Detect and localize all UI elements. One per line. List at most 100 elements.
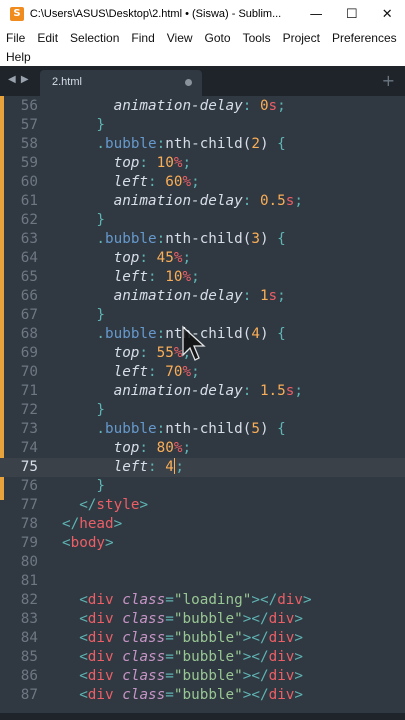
line-number: 84 (20, 630, 38, 646)
code-text: top: 55%; (113, 345, 192, 361)
code-text: <div class="loading"></div> (79, 592, 312, 608)
code-line[interactable]: 57} (0, 116, 405, 135)
code-text: animation-delay: 1.5s; (113, 383, 303, 399)
code-line[interactable]: 78 </head> (0, 515, 405, 534)
code-text: <div class="bubble"></div> (79, 611, 304, 627)
code-line[interactable]: 72} (0, 401, 405, 420)
code-line[interactable]: 70 left: 70%; (0, 363, 405, 382)
code-text: top: 45%; (113, 250, 192, 266)
code-line[interactable]: 83 <div class="bubble"></div> (0, 610, 405, 629)
tab-2-html[interactable]: 2.html (40, 70, 202, 96)
code-line[interactable]: 81 (0, 572, 405, 591)
menu-file[interactable]: File (0, 31, 31, 45)
new-tab-plus-icon[interactable]: + (382, 71, 395, 90)
code-line[interactable]: 64 top: 45%; (0, 249, 405, 268)
code-text: <div class="bubble"></div> (79, 687, 304, 703)
code-line[interactable]: 65 left: 10%; (0, 268, 405, 287)
code-text: } (96, 478, 105, 494)
line-number: 75 (20, 459, 38, 475)
code-line[interactable]: 80 (0, 553, 405, 572)
menu-project[interactable]: Project (277, 31, 326, 45)
code-line[interactable]: 61 animation-delay: 0.5s; (0, 192, 405, 211)
menu-bar: File Edit Selection Find View Goto Tools… (0, 28, 405, 66)
code-text: </head> (62, 516, 123, 532)
line-number: 85 (20, 649, 38, 665)
code-line[interactable]: 62} (0, 211, 405, 230)
code-line[interactable]: 86 <div class="bubble"></div> (0, 667, 405, 686)
line-number: 60 (20, 174, 38, 190)
code-line[interactable]: 74 top: 80%; (0, 439, 405, 458)
code-line[interactable]: 67} (0, 306, 405, 325)
code-text: .bubble:nth-child(2) { (96, 136, 286, 152)
code-editor[interactable]: 56 animation-delay: 0s; 57} 58 .bubble:nth-c… (0, 96, 405, 720)
minimize-button[interactable]: — (298, 0, 334, 28)
code-line[interactable]: 85 <div class="bubble"></div> (0, 648, 405, 667)
line-number: 71 (20, 383, 38, 399)
code-line[interactable]: 56 animation-delay: 0s; (0, 97, 405, 116)
code-text: .bubble:nth-child(5) { (96, 421, 286, 437)
line-number: 69 (20, 345, 38, 361)
line-number: 64 (20, 250, 38, 266)
tab-bar: ◀ ▶ 2.html + (0, 66, 405, 96)
line-number: 72 (20, 402, 38, 418)
code-text: } (96, 402, 105, 418)
code-text: .bubble:nth-child(3) { (96, 231, 286, 247)
sublime-logo-icon: S (10, 7, 24, 21)
unsaved-dot-icon[interactable] (185, 79, 192, 86)
line-number: 57 (20, 117, 38, 133)
line-number: 62 (20, 212, 38, 228)
code-text: </style> (79, 497, 149, 513)
menu-tools[interactable]: Tools (237, 31, 277, 45)
code-text: } (96, 117, 105, 133)
code-text: left: 10%; (113, 269, 200, 285)
menu-selection[interactable]: Selection (64, 31, 125, 45)
mouse-pointer-icon (182, 325, 206, 361)
code-line[interactable]: 84 <div class="bubble"></div> (0, 629, 405, 648)
line-number: 73 (20, 421, 38, 437)
code-line[interactable]: 87 <div class="bubble"></div> (0, 686, 405, 705)
line-number: 58 (20, 136, 38, 152)
code-text: <body> (62, 535, 114, 551)
code-text: <div class="bubble"></div> (79, 649, 304, 665)
menu-edit[interactable]: Edit (31, 31, 64, 45)
menu-help[interactable]: Help (0, 50, 37, 64)
code-line[interactable]: 63 .bubble:nth-child(3) { (0, 230, 405, 249)
code-text: top: 80%; (113, 440, 192, 456)
menu-preferences[interactable]: Preferences (326, 31, 403, 45)
code-text: left: 4; (113, 458, 184, 475)
line-number: 74 (20, 440, 38, 456)
maximize-button[interactable]: ☐ (334, 0, 370, 28)
code-line[interactable]: 77 </style> (0, 496, 405, 515)
code-line[interactable]: 76} (0, 477, 405, 496)
code-line[interactable]: 58 .bubble:nth-child(2) { (0, 135, 405, 154)
code-line[interactable]: 59 top: 10%; (0, 154, 405, 173)
title-bar: S C:\Users\ASUS\Desktop\2.html • (Siswa)… (0, 0, 405, 28)
line-number: 86 (20, 668, 38, 684)
window-title: C:\Users\ASUS\Desktop\2.html • (Siswa) -… (29, 8, 282, 20)
code-text: } (96, 212, 105, 228)
tab-nav-arrows-icon[interactable]: ◀ ▶ (8, 74, 30, 85)
line-number: 61 (20, 193, 38, 209)
code-text: left: 60%; (113, 174, 200, 190)
tab-label: 2.html (52, 76, 82, 88)
code-text: animation-delay: 0s; (113, 98, 286, 114)
code-line[interactable]: 66 animation-delay: 1s; (0, 287, 405, 306)
code-text: animation-delay: 0.5s; (113, 193, 303, 209)
code-line[interactable]: 71 animation-delay: 1.5s; (0, 382, 405, 401)
close-button[interactable]: ✕ (369, 0, 405, 28)
menu-find[interactable]: Find (125, 31, 160, 45)
status-bar (0, 713, 405, 720)
line-number: 66 (20, 288, 38, 304)
line-number: 59 (20, 155, 38, 171)
menu-view[interactable]: View (161, 31, 199, 45)
code-text: left: 70%; (113, 364, 200, 380)
menu-goto[interactable]: Goto (199, 31, 237, 45)
line-number: 80 (20, 554, 38, 570)
code-line[interactable]: 79 <body> (0, 534, 405, 553)
code-line[interactable]: 60 left: 60%; (0, 173, 405, 192)
code-line[interactable]: 82 <div class="loading"></div> (0, 591, 405, 610)
line-number: 65 (20, 269, 38, 285)
code-line[interactable]: 75 left: 4; (0, 458, 405, 477)
code-line[interactable]: 73 .bubble:nth-child(5) { (0, 420, 405, 439)
line-number: 56 (20, 98, 38, 114)
